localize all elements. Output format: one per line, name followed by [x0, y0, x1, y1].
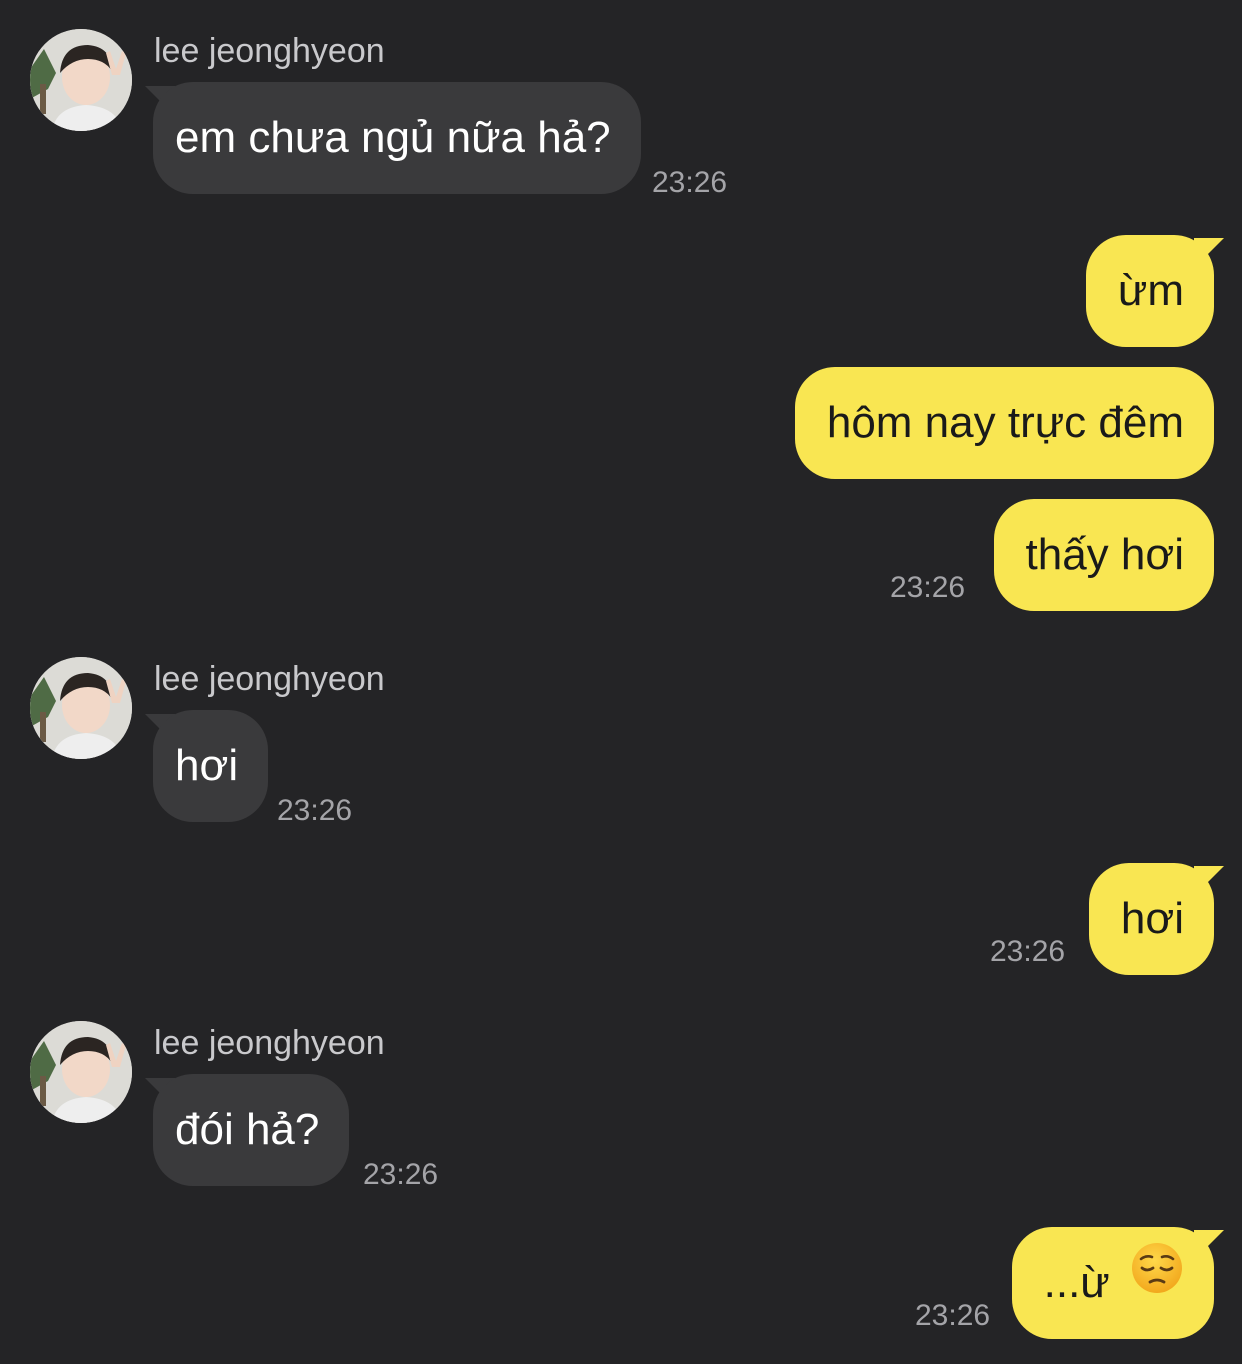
message-bubble-incoming[interactable]: đói hả? [153, 1074, 350, 1186]
chat-thread[interactable]: lee jeonghyeon em chưa ngủ nữa hả? 23:26… [0, 0, 1242, 1364]
message-timestamp: 23:26 [277, 794, 353, 827]
avatar[interactable] [30, 657, 132, 759]
avatar[interactable] [30, 1021, 132, 1123]
message-timestamp: 23:26 [990, 935, 1066, 968]
message-bubble-incoming[interactable]: em chưa ngủ nữa hả? [153, 82, 641, 194]
sender-name: lee jeonghyeon [154, 32, 385, 70]
message-bubble-outgoing[interactable]: ừm [1085, 235, 1214, 347]
message-bubble-outgoing[interactable]: thấy hơi [993, 499, 1214, 611]
message-bubble-outgoing[interactable]: hôm nay trực đêm [794, 367, 1214, 479]
profile-photo-icon [30, 657, 132, 759]
message-timestamp: 23:26 [915, 1299, 991, 1332]
message-bubble-incoming[interactable]: hơi [153, 710, 269, 822]
sender-name: lee jeonghyeon [154, 1024, 385, 1062]
message-timestamp: 23:26 [890, 571, 966, 604]
profile-photo-icon [30, 29, 132, 131]
message-timestamp: 23:26 [363, 1158, 439, 1191]
avatar[interactable] [30, 29, 132, 131]
message-timestamp: 23:26 [652, 166, 728, 199]
message-bubble-outgoing[interactable]: hơi [1088, 863, 1214, 975]
message-bubble-outgoing[interactable]: ...ừ [1011, 1225, 1214, 1339]
pensive-face-emoji-icon [1130, 1225, 1184, 1337]
profile-photo-icon [30, 1021, 132, 1123]
sender-name: lee jeonghyeon [154, 660, 385, 698]
message-text: ...ừ [1043, 1258, 1110, 1307]
